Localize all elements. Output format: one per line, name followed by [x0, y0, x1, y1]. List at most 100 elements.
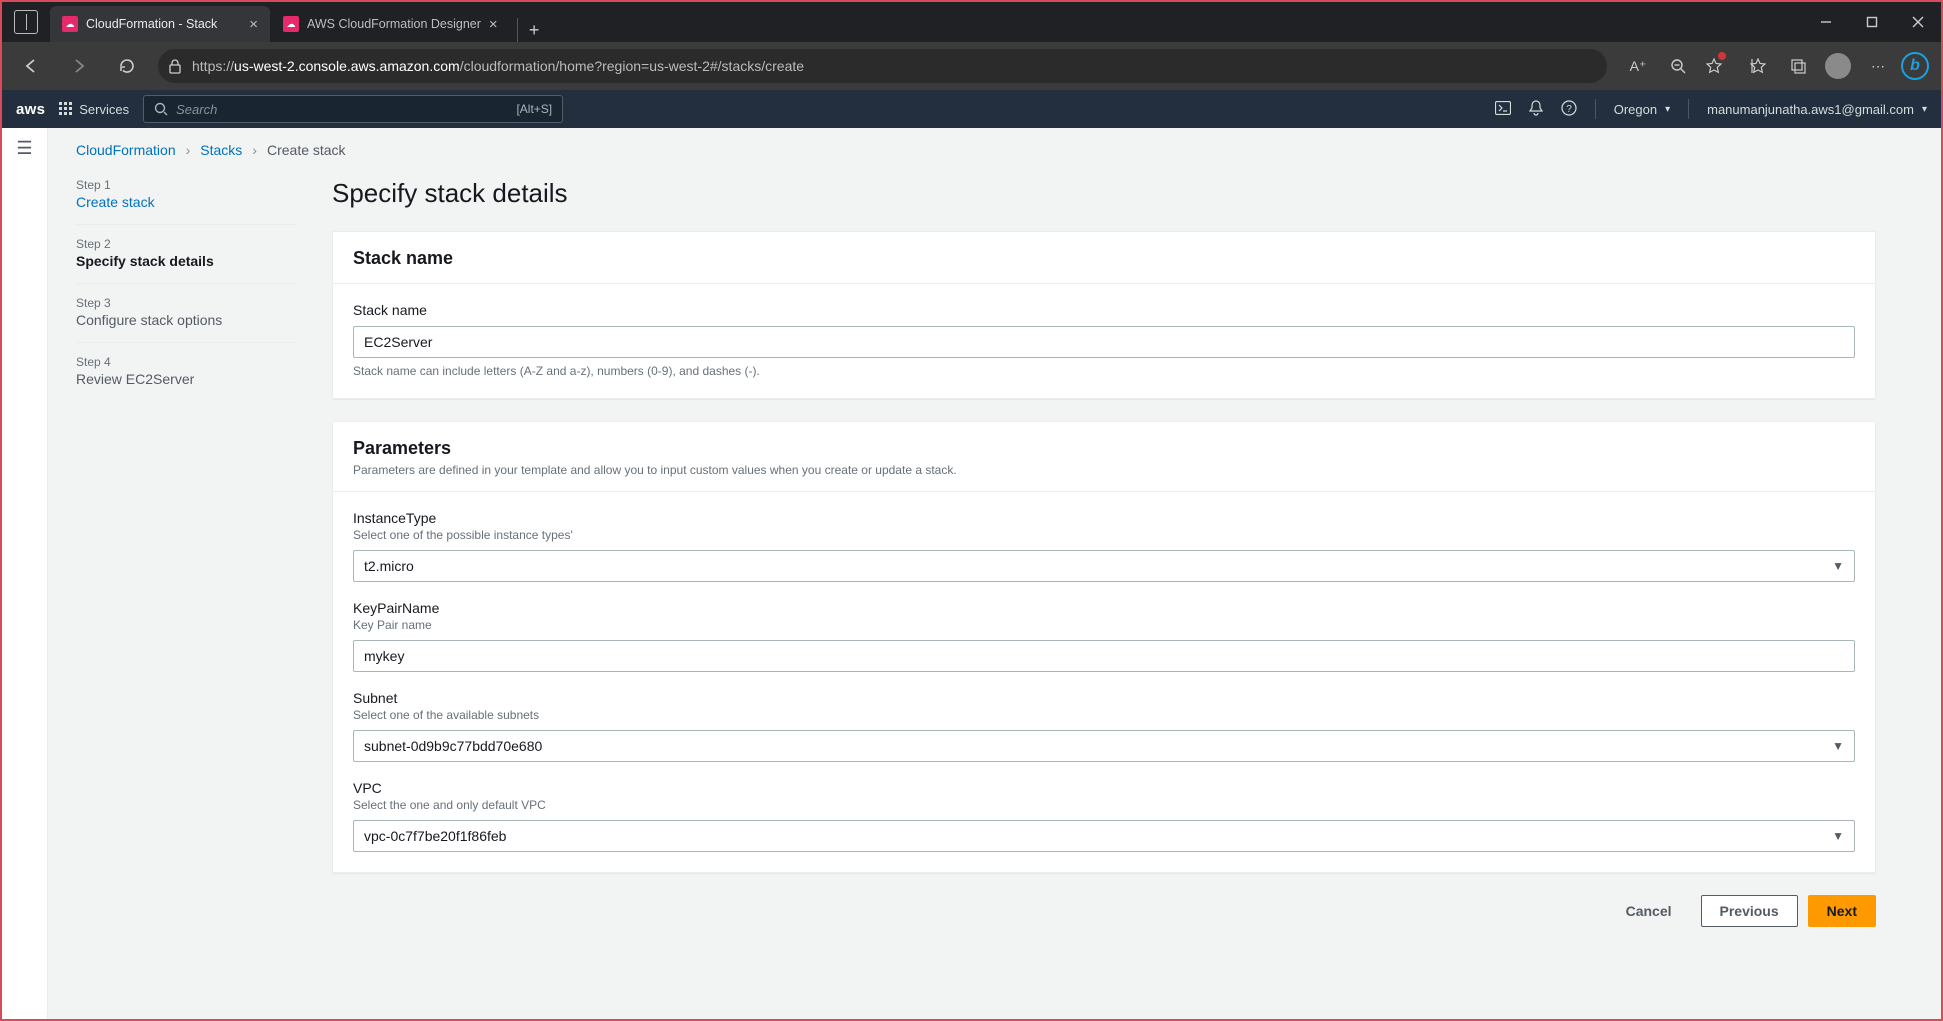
nav-back-button[interactable]: [14, 49, 48, 83]
subnet-select[interactable]: subnet-0d9b9c77bdd70e680 ▼: [353, 730, 1855, 762]
region-selector[interactable]: Oregon: [1614, 102, 1670, 117]
param-desc-subnet: Select one of the available subnets: [353, 708, 1855, 722]
browser-tab-title: AWS CloudFormation Designer: [307, 17, 481, 31]
cancel-button[interactable]: Cancel: [1607, 895, 1691, 927]
arrow-right-icon: [70, 57, 88, 75]
favicon-icon: ☁: [62, 16, 78, 32]
aws-search-input[interactable]: Search [Alt+S]: [143, 95, 563, 123]
param-label-instancetype: InstanceType: [353, 510, 1855, 526]
breadcrumb-current: Create stack: [267, 142, 346, 158]
param-desc-instancetype: Select one of the possible instance type…: [353, 528, 1855, 542]
aws-logo[interactable]: aws: [16, 101, 45, 118]
nav-forward-button[interactable]: [62, 49, 96, 83]
arrow-left-icon: [22, 57, 40, 75]
window-maximize-button[interactable]: [1849, 2, 1895, 42]
chevron-down-icon: ▼: [1832, 829, 1844, 843]
wizard-nav: Step 1 Create stack Step 2 Specify stack…: [76, 174, 296, 927]
nav-separator: [1688, 99, 1689, 119]
new-tab-button[interactable]: +: [517, 18, 551, 42]
bing-chat-button[interactable]: b: [1901, 52, 1929, 80]
profile-button[interactable]: [1821, 49, 1855, 83]
browser-titlebar: ☁ CloudFormation - Stack × ☁ AWS CloudFo…: [2, 2, 1941, 42]
search-icon: [154, 102, 168, 116]
url-field[interactable]: https://us-west-2.console.aws.amazon.com…: [158, 49, 1607, 83]
previous-button[interactable]: Previous: [1701, 895, 1798, 927]
browser-tab-inactive[interactable]: ☁ AWS CloudFormation Designer ×: [271, 6, 510, 42]
chevron-right-icon: ›: [252, 142, 257, 158]
nav-refresh-button[interactable]: [110, 49, 144, 83]
search-placeholder: Search: [176, 102, 217, 117]
nav-separator: [1595, 99, 1596, 119]
param-desc-keypair: Key Pair name: [353, 618, 1855, 632]
magnifier-minus-icon: [1670, 58, 1686, 74]
tab-close-icon[interactable]: ×: [489, 16, 498, 33]
wizard-step-num: Step 2: [76, 237, 296, 251]
tab-close-icon[interactable]: ×: [249, 16, 258, 33]
collections-button[interactable]: [1741, 49, 1775, 83]
cloudshell-button[interactable]: [1495, 101, 1511, 118]
tab-actions-icon[interactable]: [14, 10, 38, 34]
wizard-step-num: Step 1: [76, 178, 296, 192]
lock-icon: [168, 58, 182, 74]
help-button[interactable]: ?: [1561, 100, 1577, 119]
panel-title: Parameters: [353, 438, 1855, 459]
next-button[interactable]: Next: [1808, 895, 1876, 927]
extensions-button[interactable]: [1781, 49, 1815, 83]
parameters-panel: Parameters Parameters are defined in you…: [332, 421, 1876, 873]
url-text: https://us-west-2.console.aws.amazon.com…: [192, 58, 804, 74]
refresh-icon: [118, 57, 136, 75]
wizard-step-1[interactable]: Step 1 Create stack: [76, 174, 296, 224]
breadcrumb-stacks[interactable]: Stacks: [200, 142, 242, 158]
search-hint: [Alt+S]: [516, 102, 552, 116]
svg-text:?: ?: [1566, 104, 1572, 115]
avatar-icon: [1825, 53, 1851, 79]
param-desc-vpc: Select the one and only default VPC: [353, 798, 1855, 812]
stack-name-help: Stack name can include letters (A-Z and …: [353, 364, 1855, 378]
wizard-step-num: Step 3: [76, 296, 296, 310]
sidebar-toggle-button[interactable]: ☰: [16, 138, 32, 1019]
zoom-icon[interactable]: [1661, 49, 1695, 83]
close-icon: [1912, 16, 1924, 28]
stack-name-panel: Stack name Stack name Stack name can inc…: [332, 231, 1876, 399]
read-aloud-icon[interactable]: A⁺: [1621, 49, 1655, 83]
window-minimize-button[interactable]: [1803, 2, 1849, 42]
help-icon: ?: [1561, 100, 1577, 116]
wizard-step-2[interactable]: Step 2 Specify stack details: [76, 224, 296, 283]
stack-name-input[interactable]: [353, 326, 1855, 358]
select-value: vpc-0c7f7be20f1f86feb: [364, 828, 506, 844]
extensions-icon: [1790, 58, 1806, 74]
breadcrumb: CloudFormation › Stacks › Create stack: [76, 142, 1876, 158]
chevron-down-icon: ▼: [1832, 739, 1844, 753]
panel-title: Stack name: [353, 248, 1855, 269]
stack-name-label: Stack name: [353, 302, 1855, 318]
favorites-button[interactable]: [1701, 49, 1735, 83]
select-value: t2.micro: [364, 558, 414, 574]
wizard-step-title: Review EC2Server: [76, 371, 296, 387]
cloudshell-icon: [1495, 101, 1511, 115]
wizard-step-4: Step 4 Review EC2Server: [76, 342, 296, 401]
param-label-subnet: Subnet: [353, 690, 1855, 706]
favicon-icon: ☁: [283, 16, 299, 32]
grid-icon: [59, 102, 73, 116]
wizard-step-title: Specify stack details: [76, 253, 296, 269]
wizard-step-title: Configure stack options: [76, 312, 296, 328]
region-label: Oregon: [1614, 102, 1657, 117]
chevron-right-icon: ›: [186, 142, 191, 158]
services-menu[interactable]: Services: [59, 102, 129, 117]
param-label-vpc: VPC: [353, 780, 1855, 796]
window-close-button[interactable]: [1895, 2, 1941, 42]
instance-type-select[interactable]: t2.micro ▼: [353, 550, 1855, 582]
browser-tab-active[interactable]: ☁ CloudFormation - Stack ×: [50, 6, 270, 42]
page-title: Specify stack details: [332, 178, 1876, 209]
wizard-step-num: Step 4: [76, 355, 296, 369]
param-label-keypair: KeyPairName: [353, 600, 1855, 616]
account-menu[interactable]: manumanjunatha.aws1@gmail.com: [1707, 102, 1927, 117]
breadcrumb-root[interactable]: CloudFormation: [76, 142, 176, 158]
vpc-select[interactable]: vpc-0c7f7be20f1f86feb ▼: [353, 820, 1855, 852]
notifications-button[interactable]: [1529, 100, 1543, 119]
keypair-input[interactable]: [353, 640, 1855, 672]
services-label: Services: [79, 102, 129, 117]
aws-top-nav: aws Services Search [Alt+S] ? Oregon man…: [2, 90, 1941, 128]
more-button[interactable]: ⋯: [1861, 49, 1895, 83]
footer-actions: Cancel Previous Next: [332, 895, 1876, 927]
